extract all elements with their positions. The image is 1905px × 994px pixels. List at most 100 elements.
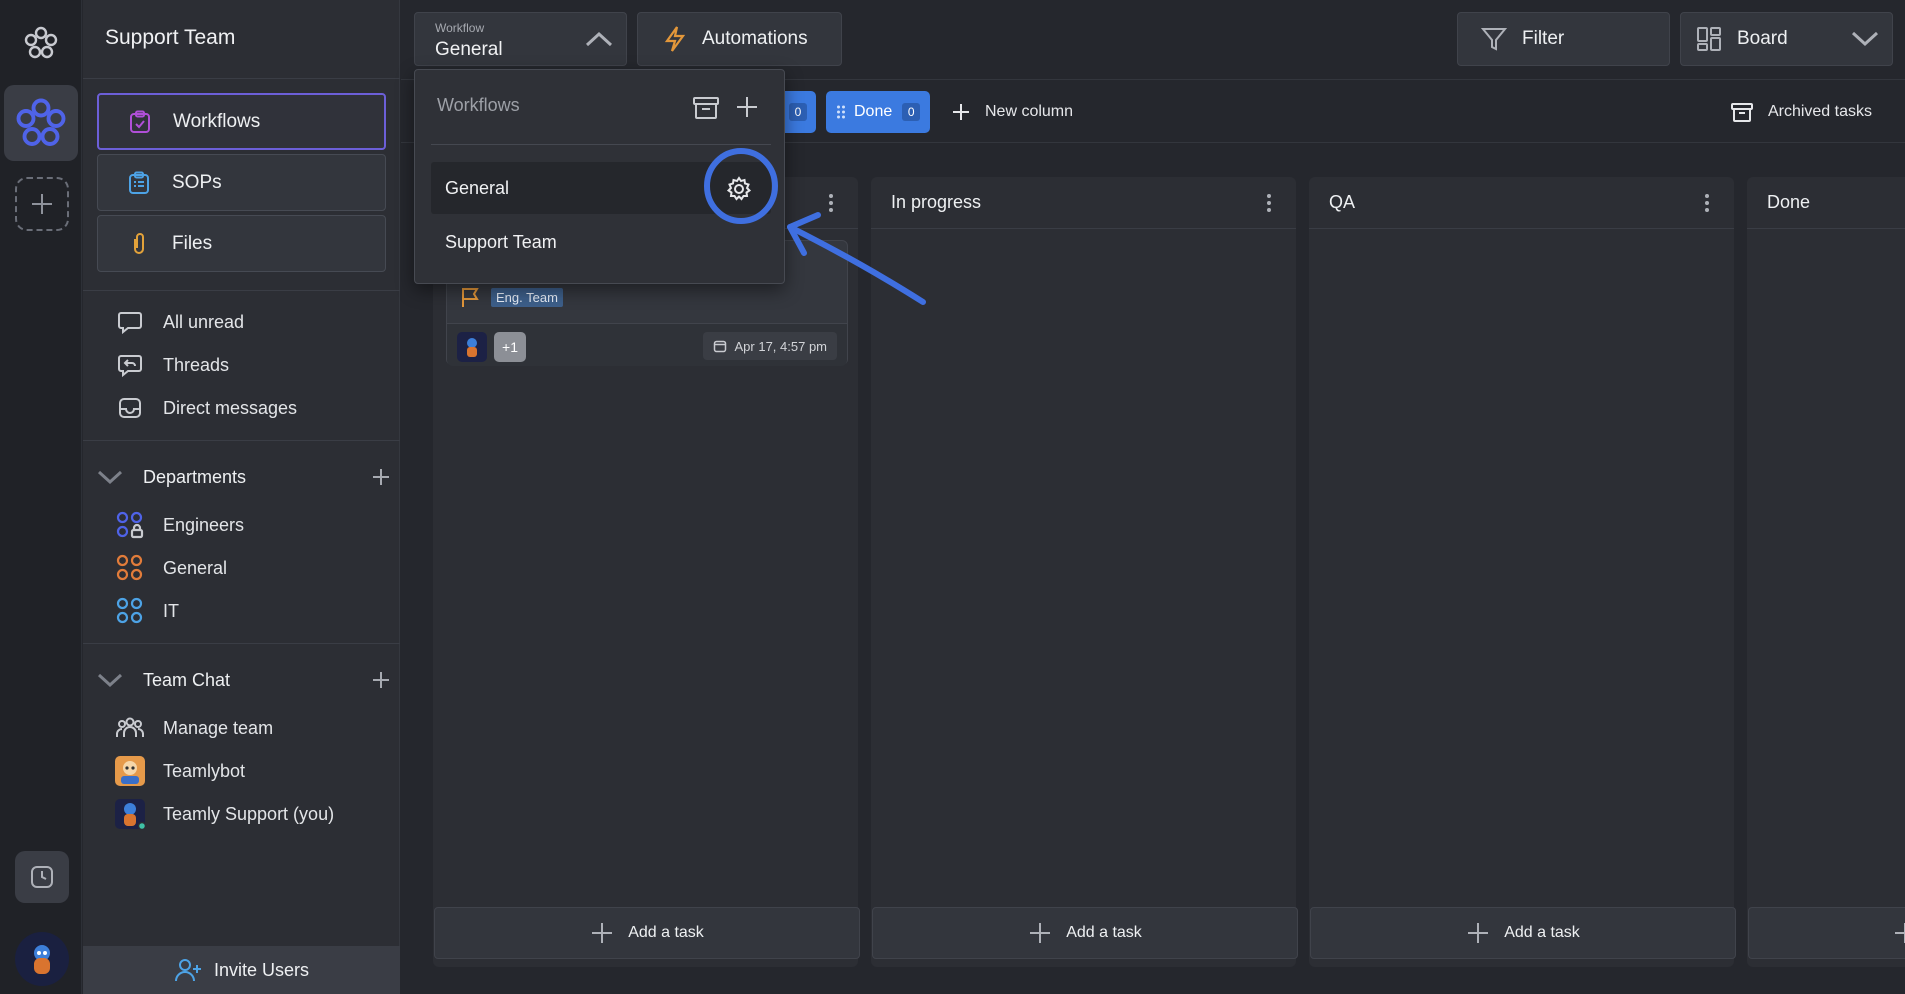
history-button[interactable] (15, 851, 69, 903)
workflow-current: General (435, 39, 503, 60)
nav-sops[interactable]: SOPs (97, 154, 386, 211)
workspace-switcher-active[interactable] (4, 85, 78, 161)
add-task-button-partial[interactable] (1748, 907, 1905, 959)
more-vertical-icon[interactable] (828, 193, 834, 213)
chat-bubble-icon (115, 307, 145, 337)
inbox-all-unread[interactable]: All unread (115, 305, 244, 339)
chevron-down-icon (95, 672, 125, 688)
nav-workflows-label: Workflows (173, 110, 261, 132)
nav-files[interactable]: Files (97, 215, 386, 272)
column-pill-done-label: Done (854, 103, 893, 120)
add-workspace-button[interactable] (15, 177, 69, 231)
app-logo-icon[interactable] (20, 22, 62, 64)
new-column-label: New column (985, 103, 1074, 120)
add-department-icon[interactable] (371, 467, 391, 487)
filter-label: Filter (1522, 28, 1565, 49)
column-header[interactable]: QA (1309, 177, 1734, 229)
plus-icon (951, 102, 971, 122)
department-engineers[interactable]: Engineers (115, 508, 244, 542)
view-switcher[interactable]: Board (1680, 12, 1893, 66)
team-chat-section-header[interactable]: Team Chat (95, 663, 391, 697)
add-task-button[interactable]: Add a task (434, 907, 860, 959)
clock-icon (31, 866, 53, 888)
task-tag-row: Eng. Team (459, 286, 563, 308)
plus-icon (32, 194, 52, 214)
workflow-selector[interactable]: Workflow General (414, 12, 627, 66)
column-header[interactable]: In progress (871, 177, 1296, 229)
chat-manage-team[interactable]: Manage team (115, 711, 273, 745)
paperclip-icon (124, 229, 154, 259)
workspace-logo-icon (16, 98, 66, 146)
task-card-footer: +1 Apr 17, 4:57 pm (447, 323, 847, 366)
automations-button[interactable]: Automations (637, 12, 842, 66)
dropdown-item-label: General (445, 177, 510, 198)
plus-icon (590, 921, 614, 945)
locked-group-icon (115, 510, 145, 540)
filter-button[interactable]: Filter (1457, 12, 1670, 66)
department-general-label: General (163, 557, 228, 578)
dropdown-item-general[interactable]: General (431, 162, 771, 214)
column-header[interactable]: Done (1747, 177, 1905, 229)
chevron-up-icon (584, 29, 614, 49)
dropdown-item-support-team[interactable]: Support Team (431, 216, 771, 268)
department-it[interactable]: IT (115, 594, 179, 628)
new-column-button[interactable]: New column (951, 91, 1073, 133)
add-task-button[interactable]: Add a task (1310, 907, 1736, 959)
avatar-character-icon (34, 945, 50, 974)
more-vertical-icon[interactable] (1704, 193, 1710, 213)
department-it-label: IT (163, 600, 179, 621)
add-user-icon (174, 957, 202, 983)
add-workflow-icon[interactable] (735, 95, 759, 119)
chat-teamly-support-label: Teamly Support (you) (163, 803, 335, 824)
departments-section-header[interactable]: Departments (95, 460, 391, 494)
board-layout-icon (1695, 25, 1723, 53)
department-general[interactable]: General (115, 551, 227, 585)
board-column-in-progress: In progress (871, 177, 1296, 967)
divider (83, 78, 400, 79)
column-pill-done[interactable]: Done 0 (826, 91, 931, 133)
team-title[interactable]: Support Team (105, 26, 235, 50)
app-root: Support Team Workflows SOPs Files All un… (0, 0, 1905, 994)
inbox-direct-messages[interactable]: Direct messages (115, 391, 297, 425)
more-assignees-badge[interactable]: +1 (494, 332, 526, 362)
divider (83, 290, 400, 291)
add-task-label: Add a task (1066, 924, 1142, 941)
inbox-threads[interactable]: Threads (115, 348, 229, 382)
add-chat-icon[interactable] (371, 670, 391, 690)
top-bar: Workflow General Automations Filter Boar… (401, 0, 1905, 80)
user-avatar[interactable] (15, 932, 69, 986)
chat-teamly-support[interactable]: Teamly Support (you) (115, 797, 334, 831)
department-engineers-label: Engineers (163, 514, 245, 535)
nav-workflows[interactable]: Workflows (97, 93, 386, 150)
divider (83, 643, 400, 644)
assignee-avatar[interactable] (457, 332, 487, 362)
group-grid-icon (115, 553, 145, 583)
drag-handle-icon[interactable] (836, 104, 846, 120)
plus-icon (1893, 921, 1905, 945)
inbox-all-unread-label: All unread (163, 311, 245, 332)
plus-icon (1466, 921, 1490, 945)
avatar-character-icon (467, 338, 477, 357)
add-task-button[interactable]: Add a task (872, 907, 1298, 959)
reply-thread-icon (115, 350, 145, 380)
task-tag[interactable]: Eng. Team (491, 287, 563, 307)
chat-teamlybot[interactable]: Teamlybot (115, 754, 245, 788)
invite-users-button[interactable]: Invite Users (83, 946, 400, 994)
board-column-done: Done (1747, 177, 1905, 967)
archived-tasks-button[interactable]: Archived tasks (1730, 91, 1872, 133)
chevron-down-icon (95, 469, 125, 485)
due-date-badge[interactable]: Apr 17, 4:57 pm (702, 332, 837, 360)
chevron-down-icon (1850, 29, 1880, 49)
clipboard-check-icon (125, 107, 155, 137)
board-column-qa: QA (1309, 177, 1734, 967)
lightning-icon (664, 25, 686, 53)
nav-files-label: Files (172, 232, 213, 254)
nav-sops-label: SOPs (172, 171, 222, 193)
workspace-rail (0, 0, 82, 994)
gear-icon[interactable] (725, 175, 753, 203)
people-group-icon (115, 713, 145, 743)
more-vertical-icon[interactable] (1266, 193, 1272, 213)
column-pill-done-count: 0 (902, 103, 921, 121)
archive-box-icon[interactable] (691, 95, 721, 121)
inbox-threads-label: Threads (163, 354, 230, 375)
